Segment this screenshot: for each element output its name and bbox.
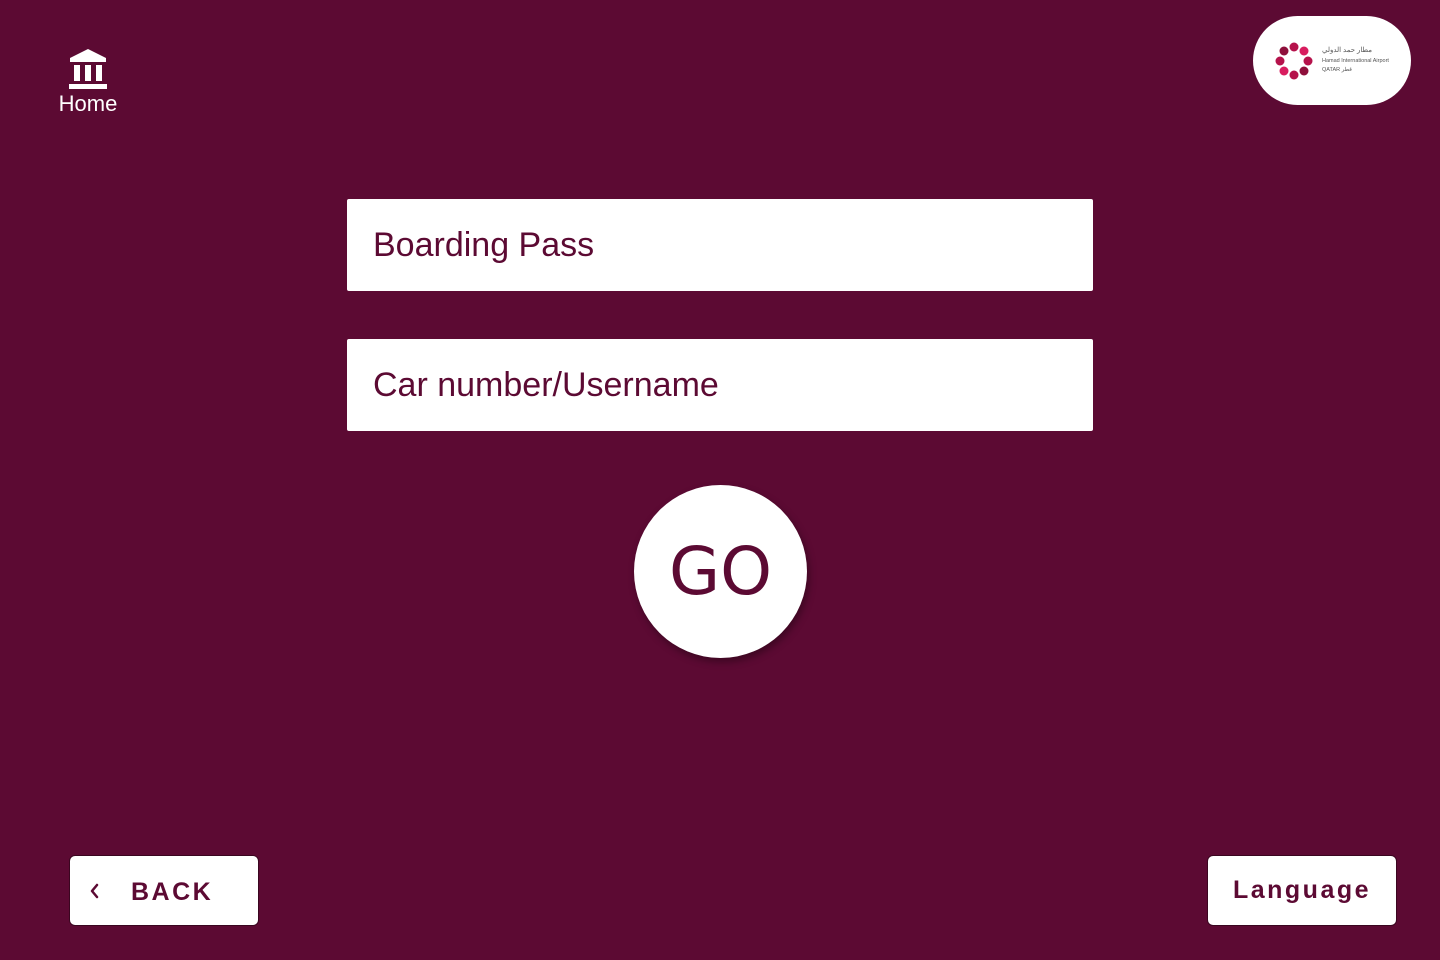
back-button[interactable]: BACK <box>69 855 259 926</box>
home-label: Home <box>58 91 118 116</box>
home-button[interactable]: Home <box>47 48 129 116</box>
logo-text-arabic: مطار حمد الدولي <box>1322 46 1372 54</box>
go-button[interactable]: GO <box>634 485 807 658</box>
car-number-input[interactable] <box>347 339 1093 431</box>
logo-text-country: QATAR قطر <box>1322 66 1352 73</box>
logo-text-english: Hamad International Airport <box>1322 58 1389 64</box>
back-label: BACK <box>131 878 214 906</box>
chevron-left-icon <box>90 883 99 899</box>
airport-logo: مطار حمد الدولي Hamad International Airp… <box>1253 16 1411 105</box>
language-label: Language <box>1232 876 1372 904</box>
boarding-pass-input[interactable] <box>347 199 1093 291</box>
bank-icon <box>69 49 107 89</box>
language-button[interactable]: Language <box>1207 855 1397 926</box>
airport-logo-mark: مطار حمد الدولي Hamad International Airp… <box>1275 42 1389 79</box>
